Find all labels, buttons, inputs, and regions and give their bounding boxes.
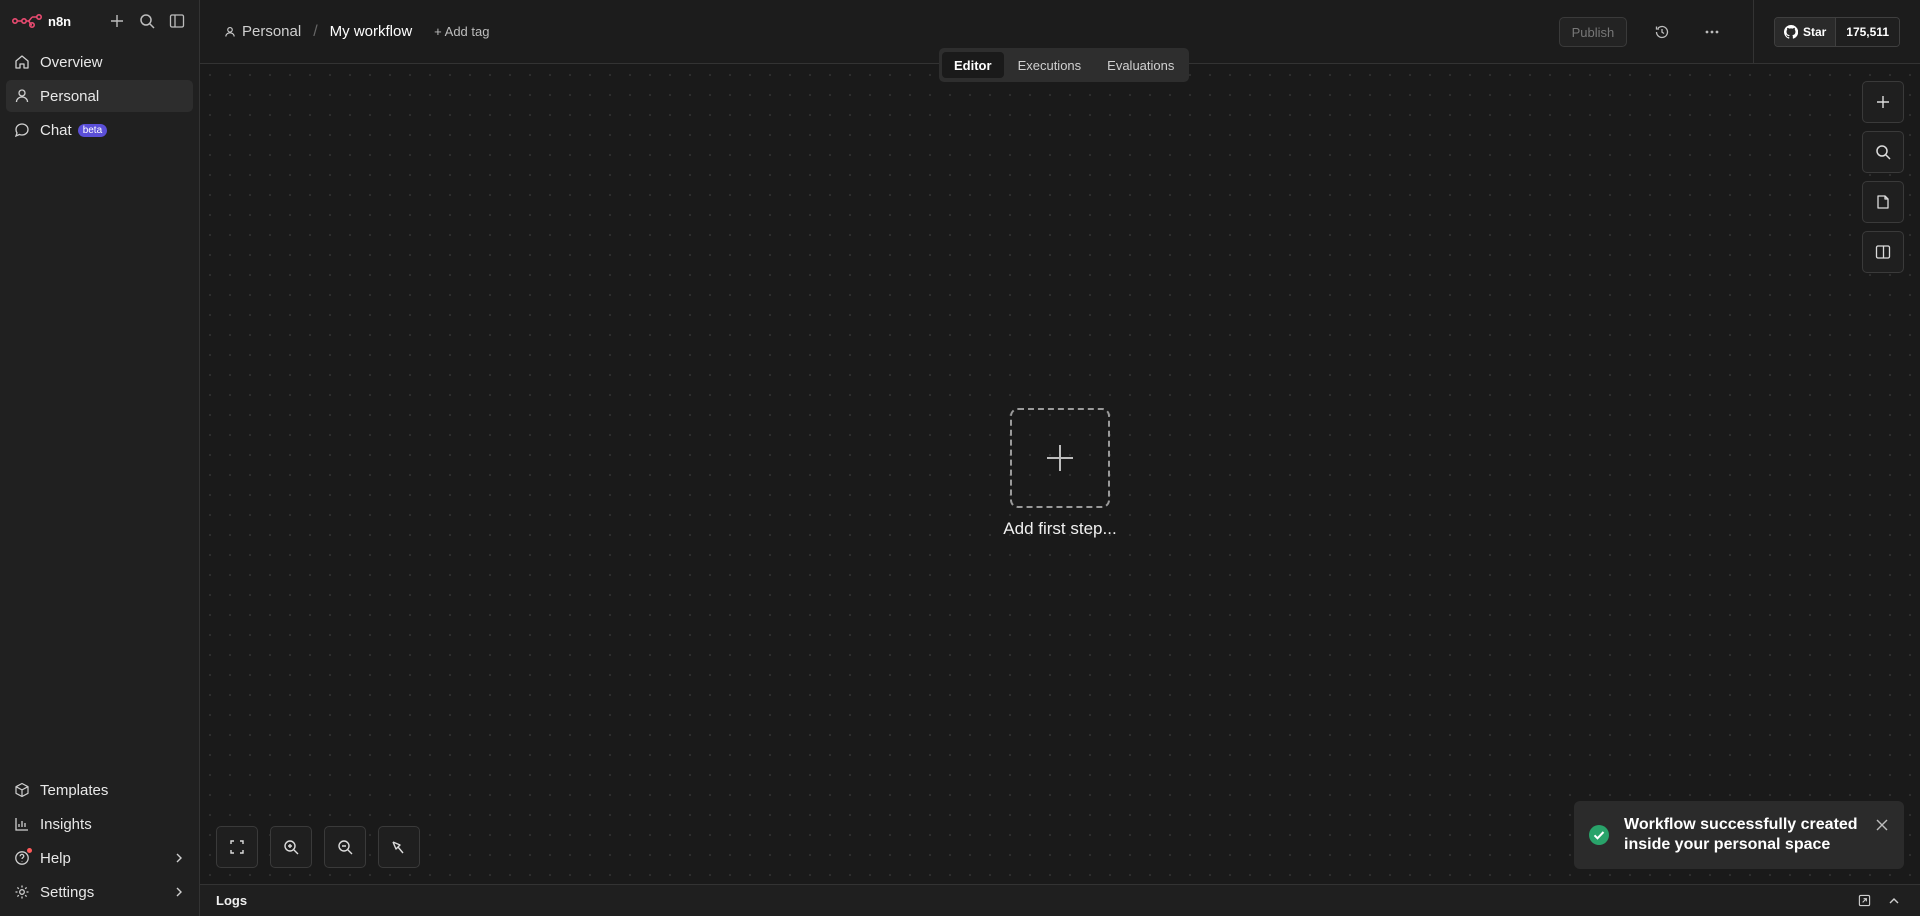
- panel-icon: [1875, 245, 1891, 259]
- tidy-up-button[interactable]: [378, 826, 420, 868]
- history-icon: [1655, 25, 1669, 39]
- add-node-button[interactable]: [1862, 81, 1904, 123]
- gear-icon: [15, 885, 29, 899]
- toast-close-button[interactable]: [1874, 817, 1890, 833]
- expand-logs-button[interactable]: [1884, 891, 1904, 911]
- search-icon: [140, 14, 155, 29]
- home-icon: [15, 55, 29, 69]
- add-tag-button[interactable]: + Add tag: [434, 24, 489, 39]
- sidebar-item-chat[interactable]: Chat beta: [6, 114, 193, 146]
- sidebar-item-overview[interactable]: Overview: [6, 46, 193, 78]
- main-area: Personal / My workflow + Add tag Publish…: [200, 0, 1920, 916]
- plus-icon: [111, 15, 123, 27]
- sidebar-toggle-icon: [169, 14, 185, 28]
- pop-out-icon: [1858, 894, 1870, 907]
- github-star-button[interactable]: Star 175,511: [1773, 17, 1900, 47]
- sidebar-bottom: Templates Insights Help Settings: [6, 774, 193, 910]
- user-icon: [225, 26, 235, 37]
- add-first-step-label: Add first step...: [1003, 519, 1117, 538]
- chevron-right-icon: [176, 853, 182, 863]
- sidebar: n8n Overview Personal Chat beta Template…: [0, 0, 200, 916]
- sidebar-item-label: Templates: [40, 781, 109, 799]
- sidebar-item-templates[interactable]: Templates: [6, 774, 193, 806]
- pop-out-logs-button[interactable]: [1854, 891, 1874, 911]
- toast-message: Workflow successfully created inside you…: [1624, 816, 1858, 853]
- logs-title: Logs: [216, 893, 248, 908]
- history-button[interactable]: [1647, 17, 1677, 47]
- sidebar-item-label: Help: [40, 849, 71, 867]
- success-toast: Workflow successfully created inside you…: [1574, 801, 1904, 869]
- chevron-up-icon: [1889, 897, 1899, 903]
- header-divider: [1752, 0, 1754, 64]
- canvas-right-toolbar: [1862, 81, 1904, 273]
- box-icon: [15, 782, 29, 798]
- fit-view-button[interactable]: [216, 826, 258, 868]
- app-name: n8n: [48, 13, 72, 29]
- sidebar-item-label: Settings: [40, 883, 95, 901]
- workflow-canvas[interactable]: Add first step... Workflow successfully …: [200, 65, 1920, 884]
- tab-editor[interactable]: Editor: [942, 52, 1004, 78]
- collapse-sidebar-button[interactable]: [167, 11, 187, 31]
- notification-dot: [27, 848, 32, 853]
- plus-icon: [1877, 96, 1889, 108]
- github-star[interactable]: Star: [1774, 18, 1837, 46]
- tab-evaluations[interactable]: Evaluations: [1095, 52, 1186, 78]
- sidebar-item-personal[interactable]: Personal: [6, 80, 193, 112]
- sidebar-item-help[interactable]: Help: [6, 842, 193, 874]
- github-star-label: Star: [1802, 25, 1827, 39]
- fullscreen-icon: [230, 840, 244, 854]
- sidebar-item-label: Overview: [40, 53, 103, 71]
- new-item-button[interactable]: [107, 11, 127, 31]
- more-options-button[interactable]: [1697, 17, 1727, 47]
- sticky-note-button[interactable]: [1862, 181, 1904, 223]
- tab-executions[interactable]: Executions: [1006, 52, 1094, 78]
- chevron-right-icon: [176, 887, 182, 897]
- breadcrumb-separator: /: [313, 22, 318, 40]
- plus-icon: [1047, 445, 1073, 471]
- close-icon: [1876, 819, 1888, 831]
- sidebar-item-insights[interactable]: Insights: [6, 808, 193, 840]
- n8n-logo[interactable]: n8n: [12, 14, 71, 29]
- publish-button[interactable]: Publish: [1558, 17, 1627, 47]
- sidebar-item-label: Personal: [40, 87, 100, 105]
- toggle-panel-button[interactable]: [1862, 231, 1904, 273]
- github-icon: [1783, 25, 1798, 39]
- search-nodes-button[interactable]: [1862, 131, 1904, 173]
- workflow-name[interactable]: My workflow: [330, 23, 413, 40]
- user-icon: [15, 89, 29, 103]
- zoom-out-button[interactable]: [324, 826, 366, 868]
- chat-icon: [14, 123, 29, 138]
- check-circle-icon: [1589, 825, 1609, 845]
- chart-icon: [15, 818, 28, 831]
- sidebar-nav: Overview Personal Chat beta: [0, 46, 199, 146]
- zoom-out-icon: [338, 840, 353, 855]
- canvas-zoom-toolbar: [216, 826, 420, 868]
- search-icon: [1876, 145, 1891, 160]
- zoom-in-icon: [284, 840, 299, 855]
- beta-badge: beta: [77, 123, 108, 137]
- ellipsis-icon: [1705, 30, 1719, 34]
- view-tabs: Editor Executions Evaluations: [939, 48, 1190, 82]
- header-actions: Publish Star 175,511: [1558, 0, 1920, 64]
- breadcrumb-project[interactable]: Personal: [242, 23, 301, 40]
- sidebar-item-label: Chat: [40, 121, 72, 139]
- sidebar-item-settings[interactable]: Settings: [6, 876, 193, 908]
- sidebar-header: n8n: [0, 0, 199, 42]
- sticky-note-icon: [1877, 195, 1889, 209]
- n8n-logo-icon: [12, 14, 42, 28]
- breadcrumb: Personal / My workflow: [224, 23, 412, 41]
- sidebar-item-label: Insights: [40, 815, 92, 833]
- app-root: n8n Overview Personal Chat beta Template…: [0, 0, 1920, 916]
- zoom-in-button[interactable]: [270, 826, 312, 868]
- brush-icon: [392, 841, 404, 854]
- search-button[interactable]: [137, 11, 157, 31]
- logs-panel[interactable]: Logs: [200, 884, 1920, 916]
- github-star-count[interactable]: 175,511: [1836, 18, 1899, 46]
- add-first-step-button[interactable]: [1010, 408, 1110, 508]
